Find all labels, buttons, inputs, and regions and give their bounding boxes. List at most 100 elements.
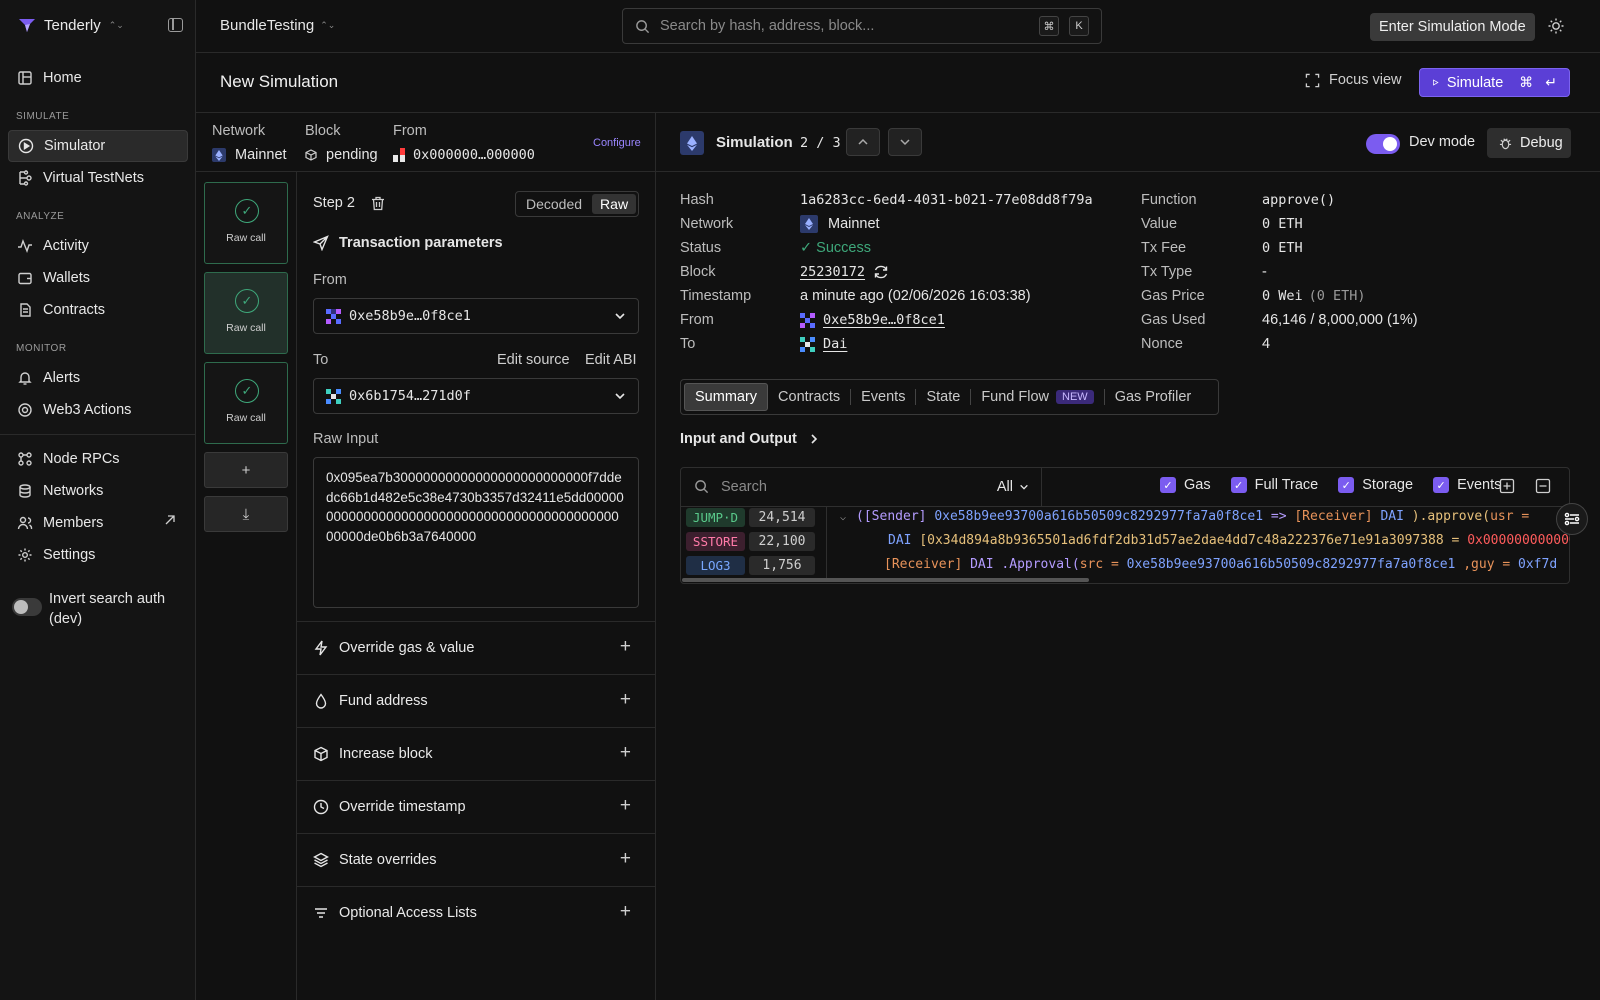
override-timestamp-section[interactable]: Override timestamp + [297, 780, 655, 833]
step-card-2[interactable]: ✓ Raw call [204, 272, 288, 354]
enter-simulation-mode-button[interactable]: Enter Simulation Mode [1370, 13, 1535, 41]
trace-filter-select[interactable]: All [997, 479, 1029, 495]
section-label-monitor: MONITOR [16, 343, 67, 354]
configure-link[interactable]: Configure [593, 137, 641, 149]
full-trace-checkbox[interactable]: ✓ Full Trace [1230, 477, 1318, 493]
step-card-1[interactable]: ✓ Raw call [204, 182, 288, 264]
sidebar-item-node-rpcs[interactable]: Node RPCs [8, 443, 188, 475]
nonce-value: 4 [1262, 336, 1271, 352]
block-row-value: 25230172 [800, 260, 889, 284]
sidebar-item-virtual-testnets[interactable]: Virtual TestNets [8, 162, 188, 194]
ethereum-icon [680, 131, 704, 155]
trace-call: ).approve( [1411, 509, 1491, 524]
tab-events[interactable]: Events [851, 383, 915, 411]
events-checkbox[interactable]: ✓ Events [1433, 477, 1501, 493]
sidebar-item-wallets[interactable]: Wallets [8, 262, 188, 294]
trace-line-call[interactable]: ⌵ ([Sender] 0xe58b9ee93700a616b50509c8292… [840, 509, 1570, 524]
state-overrides-section[interactable]: State overrides + [297, 833, 655, 886]
from-address: 0x000000…000000 [413, 147, 535, 163]
tx-from-select[interactable]: 0xe58b9e…0f8ce1 [313, 298, 639, 334]
trace-search-input[interactable]: Search All [680, 467, 1042, 506]
step-card-label: Raw call [226, 232, 266, 244]
trace-event-src: src = [1079, 557, 1119, 572]
opcode-badge-sstore: SSTORE [686, 532, 745, 551]
edit-source-link[interactable]: Edit source [497, 352, 570, 368]
section-label-analyze: ANALYZE [16, 211, 65, 222]
dev-mode-toggle[interactable] [1366, 134, 1400, 154]
theme-sun-icon[interactable] [1547, 17, 1565, 35]
trace-contract: DAI [1380, 509, 1404, 524]
tx-from-address: 0xe58b9e…0f8ce1 [349, 308, 471, 324]
increase-block-section[interactable]: Increase block + [297, 727, 655, 780]
sidebar-item-activity[interactable]: Activity [8, 230, 188, 262]
trace-filter-value: All [996, 478, 1013, 495]
gas-used-row: Gas Used [1141, 308, 1205, 332]
refresh-icon[interactable] [873, 264, 889, 280]
sidebar-item-simulator[interactable]: Simulator [8, 130, 188, 162]
project-switcher[interactable]: BundleTesting ⌃⌄ [220, 17, 335, 34]
decoded-option[interactable]: Decoded [518, 194, 590, 214]
workspace-switcher[interactable]: Tenderly ⌃⌄ [18, 16, 124, 34]
trace-options-button[interactable] [1556, 503, 1588, 535]
trace-arrow: => [1270, 509, 1287, 524]
block-value[interactable]: pending [305, 147, 378, 163]
tab-contracts[interactable]: Contracts [768, 383, 850, 411]
storage-checkbox[interactable]: ✓ Storage [1338, 477, 1413, 493]
tab-summary[interactable]: Summary [684, 383, 769, 411]
add-step-button[interactable]: + [204, 452, 288, 488]
sidebar-item-settings[interactable]: Settings [8, 539, 188, 571]
sidebar-item-members[interactable]: Members [8, 507, 188, 539]
download-icon[interactable]: ⤓ [204, 496, 288, 532]
debug-button[interactable]: Debug [1487, 128, 1571, 158]
raw-option[interactable]: Raw [592, 194, 637, 214]
tab-fund-flow[interactable]: Fund Flow NEW [971, 383, 1103, 411]
fund-address-section[interactable]: Fund address + [297, 674, 655, 727]
override-gas-value-section[interactable]: Override gas & value + [297, 621, 655, 674]
tx-to-select[interactable]: 0x6b1754…271d0f [313, 378, 639, 414]
tx-to-address: 0x6b1754…271d0f [349, 388, 471, 404]
simulate-button[interactable]: Simulate ⌘ ↵ [1419, 68, 1570, 97]
next-simulation-button[interactable] [888, 128, 922, 156]
trace-line-sstore[interactable]: DAI [0x34d894a8b9365501ad6fdf2db31d57ae2… [888, 533, 1570, 548]
previous-simulation-button[interactable] [846, 128, 880, 156]
sidebar-item-web3-actions[interactable]: Web3 Actions [8, 394, 188, 426]
edit-abi-link[interactable]: Edit ABI [585, 352, 637, 368]
input-output-heading[interactable]: Input and Output [680, 431, 819, 447]
function-row: Function [1141, 188, 1197, 212]
sidebar-item-networks[interactable]: Networks [8, 475, 188, 507]
gas-checkbox[interactable]: ✓ Gas [1160, 477, 1211, 493]
from-value[interactable]: 0x000000…000000 [393, 147, 535, 163]
access-lists-section[interactable]: Optional Access Lists + [297, 886, 655, 939]
chevron-down-icon [900, 139, 910, 146]
sidebar-item-home[interactable]: Home [8, 62, 188, 94]
section-label: Fund address [339, 693, 428, 709]
invert-search-toggle[interactable] [12, 598, 42, 616]
to-contract-link[interactable]: Dai [823, 336, 847, 352]
collapse-all-icon[interactable] [1535, 478, 1551, 494]
global-search-input[interactable]: Search by hash, address, block... ⌘ K [622, 8, 1102, 44]
hash-value[interactable]: 1a6283cc-6ed4-4031-b021-77e08dd8f79a [800, 188, 1093, 212]
block-link[interactable]: 25230172 [800, 264, 865, 280]
sidebar-item-label: Members [43, 515, 104, 531]
sidebar-item-contracts[interactable]: Contracts [8, 294, 188, 326]
step-card-3[interactable]: ✓ Raw call [204, 362, 288, 444]
check-circle-icon: ✓ [235, 289, 259, 313]
sidebar-item-alerts[interactable]: Alerts [8, 362, 188, 394]
expand-all-icon[interactable] [1499, 478, 1515, 494]
raw-input-textarea[interactable]: 0x095ea7b30000000000000000000000000f7dde… [313, 457, 639, 608]
trash-icon[interactable] [371, 196, 385, 211]
from-address-link[interactable]: 0xe58b9e…0f8ce1 [823, 312, 945, 328]
horizontal-scrollbar[interactable] [682, 578, 1089, 582]
ethereum-icon [800, 215, 818, 233]
trace-line-event[interactable]: [Receiver] DAI .Approval(src = 0xe58b9ee… [884, 557, 1570, 572]
tab-state[interactable]: State [916, 383, 970, 411]
timestamp-row: Timestamp [680, 284, 751, 308]
trace-receiver: [Receiver] [1294, 509, 1373, 524]
value-row: Value [1141, 212, 1177, 236]
network-value[interactable]: Mainnet [212, 147, 287, 163]
focus-view-button[interactable]: Focus view [1305, 72, 1402, 88]
tab-gas-profiler[interactable]: Gas Profiler [1105, 383, 1202, 411]
sidebar-toggle-icon[interactable] [168, 18, 183, 32]
section-label-simulate: SIMULATE [16, 111, 70, 122]
decoded-raw-toggle[interactable]: Decoded Raw [515, 191, 639, 217]
